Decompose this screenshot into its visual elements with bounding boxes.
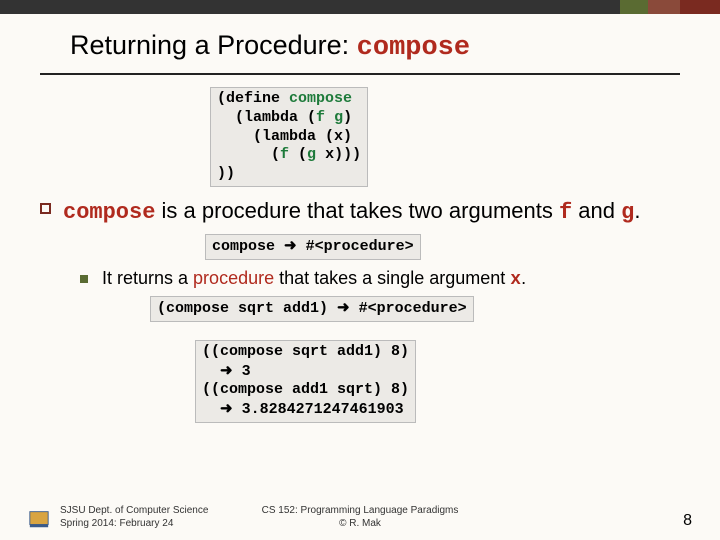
title-divider	[40, 73, 680, 75]
footer-left: SJSU Dept. of Computer Science Spring 20…	[60, 505, 208, 530]
solid-square-bullet-icon	[80, 275, 88, 283]
page-number: 8	[683, 512, 692, 530]
code-block-eval3: ((compose sqrt add1) 8) ➜ 3 ((compose ad…	[195, 340, 416, 423]
hollow-square-bullet-icon	[40, 203, 51, 214]
bullet-1: compose is a procedure that takes two ar…	[0, 197, 720, 227]
title-code: compose	[357, 33, 470, 63]
footer-center: CS 152: Programming Language Paradigms ©…	[262, 505, 459, 530]
bullet-2: It returns a procedure that takes a sing…	[0, 268, 720, 290]
slide-title: Returning a Procedure: compose	[70, 30, 680, 63]
top-bar-accent	[620, 0, 720, 14]
code-block-eval1: compose ➜ #<procedure>	[205, 234, 421, 260]
bullet-1-text: compose is a procedure that takes two ar…	[63, 197, 640, 227]
sjsu-logo-icon	[28, 508, 50, 530]
bullet-2-text: It returns a procedure that takes a sing…	[102, 268, 526, 290]
title-text: Returning a Procedure:	[70, 30, 357, 60]
code-block-define: (define compose (lambda (f g) (lambda (x…	[210, 87, 368, 187]
footer: SJSU Dept. of Computer Science Spring 20…	[0, 505, 720, 530]
code-block-eval2: (compose sqrt add1) ➜ #<procedure>	[150, 296, 474, 322]
top-bar	[0, 0, 720, 14]
title-area: Returning a Procedure: compose	[0, 14, 720, 69]
